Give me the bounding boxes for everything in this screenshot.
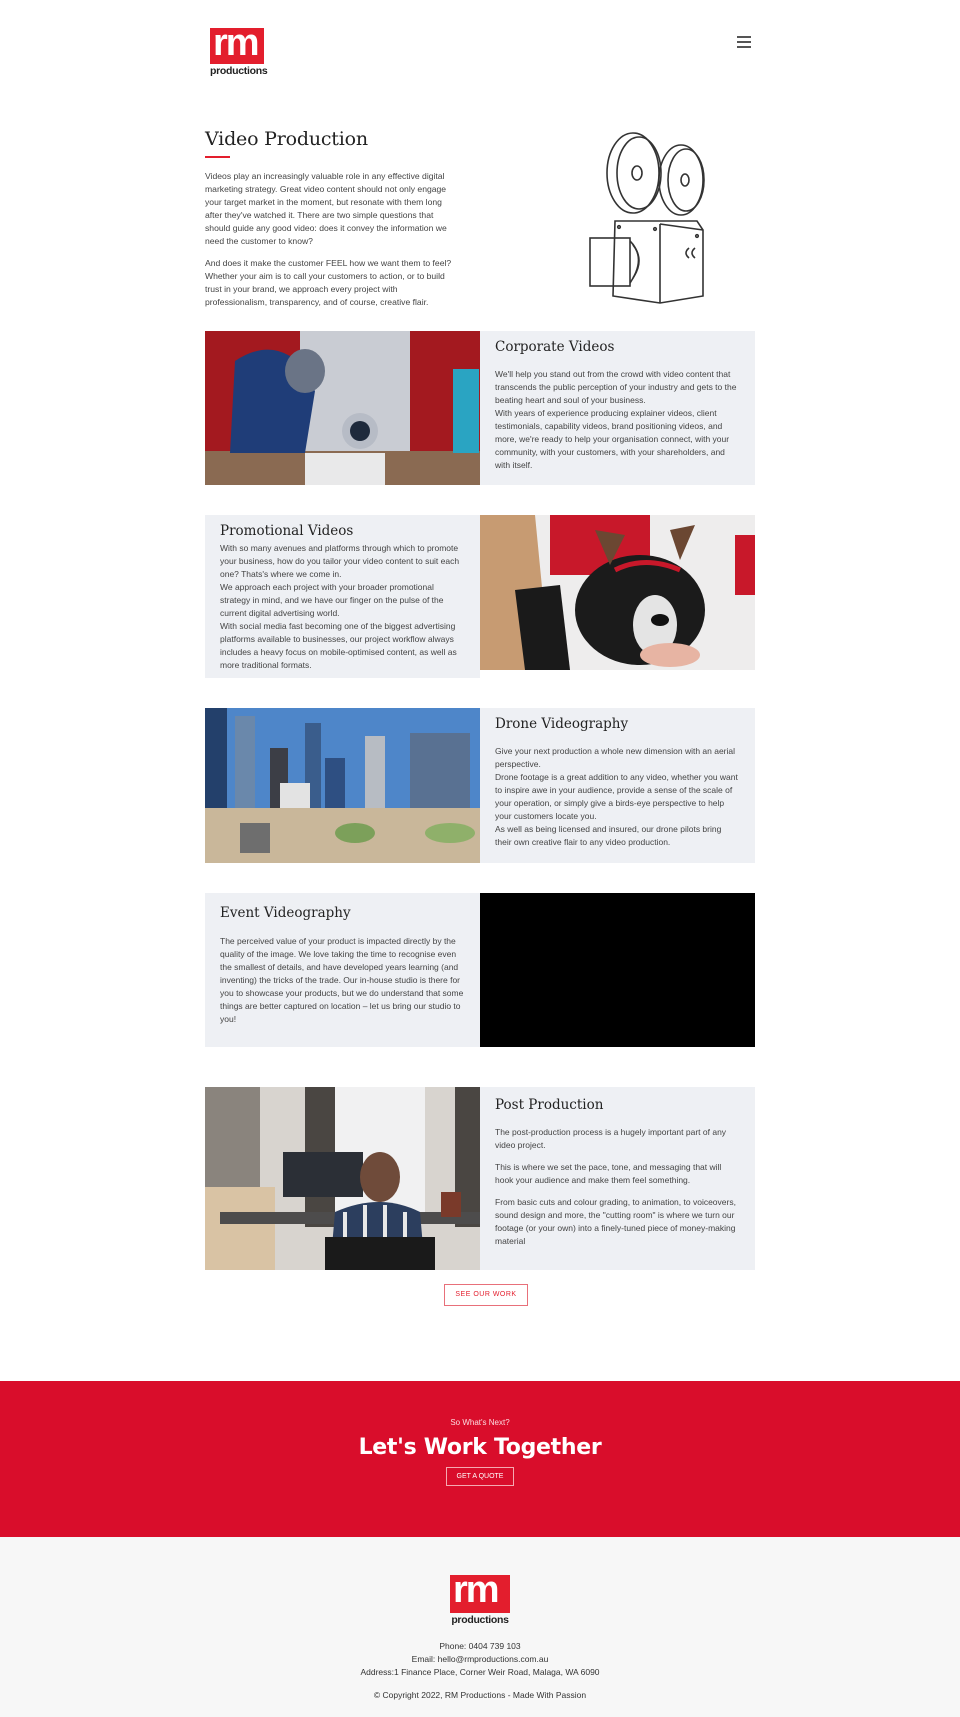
service-title: Corporate Videos bbox=[495, 339, 615, 355]
logo-subtitle: productions bbox=[451, 1614, 509, 1626]
site-logo[interactable]: rm productions bbox=[210, 28, 268, 77]
page-title: Video Production bbox=[205, 128, 368, 150]
see-our-work-button[interactable]: SEE OUR WORK bbox=[444, 1284, 528, 1306]
site-footer: rm productions Phone: 0404 739 103 Email… bbox=[0, 1537, 960, 1717]
intro-paragraph: And does it make the customer FEEL how w… bbox=[205, 258, 452, 307]
service-drone: Drone Videography Give your next product… bbox=[205, 708, 755, 863]
cta-pretitle: So What's Next? bbox=[450, 1418, 510, 1427]
service-paragraph: We approach each project with your broad… bbox=[220, 582, 444, 618]
service-text: Corporate Videos We'll help you stand ou… bbox=[480, 331, 755, 485]
service-paragraph: The perceived value of your product is i… bbox=[220, 936, 464, 1024]
service-text: Promotional Videos With so many avenues … bbox=[205, 515, 480, 678]
service-title: Event Videography bbox=[220, 905, 351, 921]
film-camera-illustration bbox=[589, 132, 705, 304]
service-paragraph: As well as being licensed and insured, o… bbox=[495, 824, 722, 847]
service-paragraph: The post-production process is a hugely … bbox=[495, 1127, 727, 1150]
service-text: Event Videography The perceived value of… bbox=[205, 893, 480, 1047]
footer-copyright: © Copyright 2022, RM Productions - Made … bbox=[373, 1690, 587, 1700]
service-post-production: Post Production The post-production proc… bbox=[205, 1087, 755, 1270]
service-paragraph: This is where we set the pace, tone, and… bbox=[495, 1162, 722, 1185]
hamburger-icon[interactable] bbox=[737, 36, 751, 50]
service-title: Post Production bbox=[495, 1097, 604, 1113]
service-paragraph: Drone footage is a great addition to any… bbox=[495, 772, 738, 821]
service-paragraph: Give your next production a whole new di… bbox=[495, 746, 736, 769]
intro-section: Video Production Videos play an increasi… bbox=[205, 128, 460, 318]
service-paragraph: With years of experience producing expla… bbox=[495, 408, 730, 470]
cta-section: So What's Next? Let's Work Together GET … bbox=[0, 1381, 960, 1537]
footer-address: Address:1 Finance Place, Corner Weir Roa… bbox=[360, 1667, 600, 1677]
video-player[interactable] bbox=[480, 893, 755, 1047]
service-promotional: Promotional Videos With so many avenues … bbox=[205, 515, 755, 678]
footer-phone: Phone: 0404 739 103 bbox=[439, 1641, 521, 1651]
welder-photo bbox=[205, 331, 480, 485]
service-title: Promotional Videos bbox=[220, 523, 354, 539]
city-skyline-photo bbox=[205, 708, 480, 863]
cta-title: Let's Work Together bbox=[358, 1435, 602, 1460]
title-underline bbox=[205, 156, 230, 158]
logo-mark: rm bbox=[210, 28, 264, 64]
service-event: Event Videography The perceived value of… bbox=[205, 893, 755, 1047]
service-corporate: Corporate Videos We'll help you stand ou… bbox=[205, 331, 755, 485]
footer-email[interactable]: Email: hello@rmproductions.com.au bbox=[0, 1653, 960, 1666]
service-title: Drone Videography bbox=[495, 716, 629, 732]
service-paragraph: With so many avenues and platforms throu… bbox=[220, 543, 460, 579]
dog-with-antlers-photo bbox=[480, 515, 755, 670]
site-header: rm productions bbox=[0, 0, 960, 100]
logo-subtitle: productions bbox=[210, 65, 268, 77]
service-text: Drone Videography Give your next product… bbox=[480, 708, 755, 863]
intro-paragraph: Videos play an increasingly valuable rol… bbox=[205, 171, 447, 246]
service-text: Post Production The post-production proc… bbox=[480, 1087, 755, 1270]
service-paragraph: We'll help you stand out from the crowd … bbox=[495, 369, 737, 405]
logo-mark: rm bbox=[450, 1575, 510, 1613]
contact-info: Phone: 0404 739 103 Email: hello@rmprodu… bbox=[0, 1640, 960, 1679]
get-a-quote-button[interactable]: GET A QUOTE bbox=[445, 1467, 515, 1486]
footer-logo[interactable]: rm productions bbox=[450, 1575, 510, 1626]
service-paragraph: From basic cuts and colour grading, to a… bbox=[495, 1197, 736, 1246]
video-editor-photo bbox=[205, 1087, 480, 1270]
service-paragraph: With social media fast becoming one of t… bbox=[220, 621, 457, 670]
